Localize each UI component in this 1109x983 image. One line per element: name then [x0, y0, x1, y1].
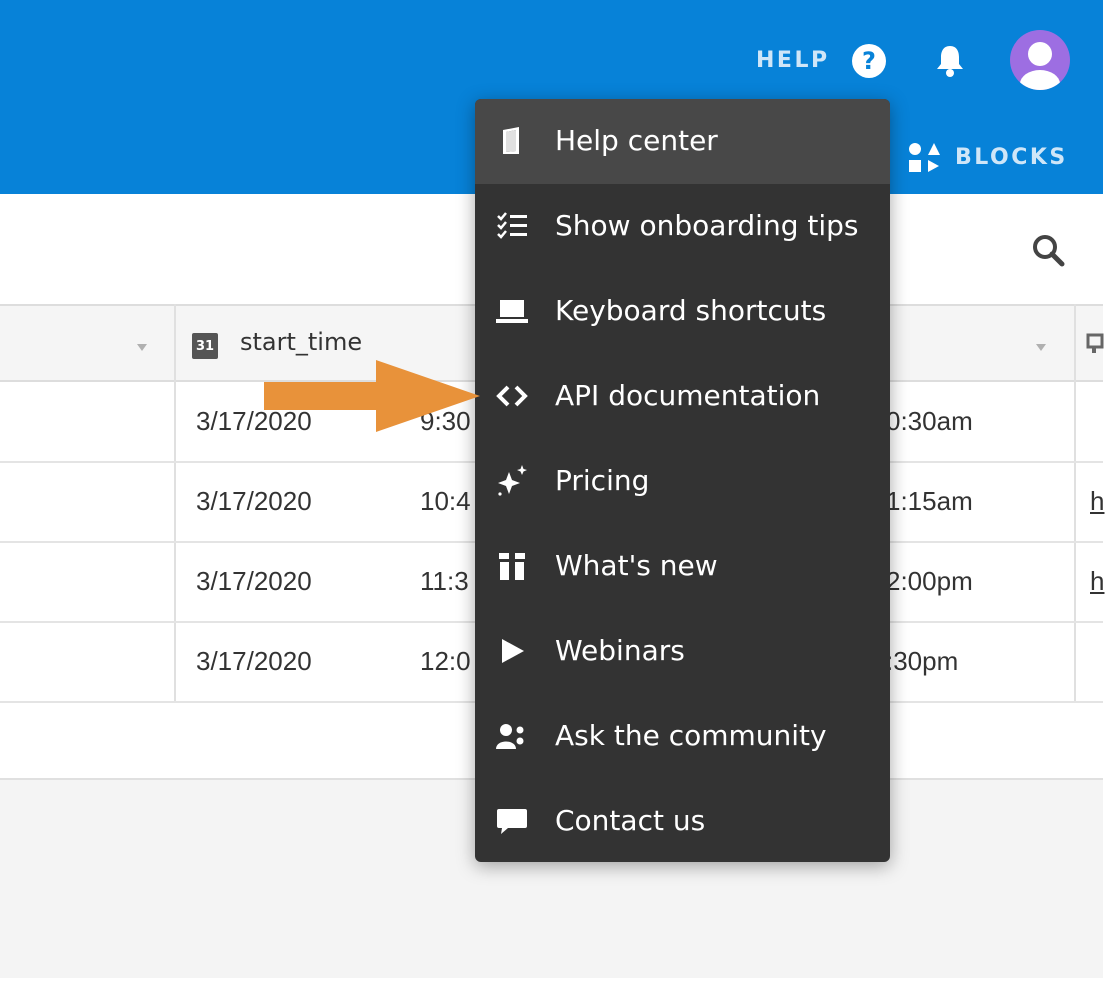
blocks-icon[interactable] — [906, 139, 944, 177]
help-button-label[interactable]: HELP — [756, 48, 830, 73]
cell-start-time[interactable]: 10:4 — [420, 486, 471, 517]
cell-date[interactable]: 3/17/2020 — [196, 486, 312, 517]
checklist-icon — [497, 212, 527, 239]
avatar[interactable] — [1010, 30, 1070, 90]
cell-link[interactable]: h — [1090, 566, 1104, 597]
book-icon — [503, 127, 519, 154]
help-menu: Help center Show onboarding tips Keyboar… — [475, 99, 890, 862]
chat-bubble-icon — [497, 809, 527, 834]
menu-item-ask-community[interactable]: Ask the community — [475, 694, 890, 779]
menu-item-onboarding-tips[interactable]: Show onboarding tips — [475, 184, 890, 269]
menu-item-keyboard-shortcuts[interactable]: Keyboard shortcuts — [475, 269, 890, 354]
cell-end-time[interactable]: 2:00pm — [886, 566, 973, 597]
cell-link[interactable]: h — [1090, 486, 1104, 517]
cell-date[interactable]: 3/17/2020 — [196, 646, 312, 677]
code-icon — [496, 385, 528, 407]
menu-item-label: Help center — [555, 124, 718, 157]
sparkle-icon — [498, 465, 527, 496]
search-icon[interactable] — [1030, 232, 1066, 268]
cell-end-time[interactable]: :30pm — [886, 646, 958, 677]
gift-icon — [499, 553, 525, 580]
menu-item-label: Contact us — [555, 804, 706, 837]
column-menu-caret-icon[interactable] — [137, 344, 147, 351]
cell-end-time[interactable]: 0:30am — [886, 406, 973, 437]
help-icon[interactable]: ? — [852, 44, 886, 78]
column-divider — [174, 304, 176, 702]
menu-item-pricing[interactable]: Pricing — [475, 439, 890, 524]
annotation-arrow-icon — [264, 360, 480, 432]
menu-item-label: Keyboard shortcuts — [555, 294, 827, 327]
play-icon — [502, 639, 524, 663]
field-type-icon — [1086, 333, 1104, 353]
menu-item-label: Ask the community — [555, 719, 827, 752]
menu-item-webinars[interactable]: Webinars — [475, 609, 890, 694]
cell-start-time[interactable]: 11:3 — [420, 566, 469, 597]
menu-item-label: Pricing — [555, 464, 650, 497]
menu-item-help-center[interactable]: Help center — [475, 99, 890, 184]
menu-item-label: Webinars — [555, 634, 685, 667]
menu-item-label: API documentation — [555, 379, 821, 412]
menu-item-label: What's new — [555, 549, 718, 582]
calendar-icon: 31 — [192, 333, 218, 359]
column-divider — [1074, 304, 1076, 702]
menu-item-api-documentation[interactable]: API documentation — [475, 354, 890, 439]
user-icon — [1020, 42, 1060, 90]
bell-icon[interactable] — [930, 40, 970, 80]
cell-date[interactable]: 3/17/2020 — [196, 566, 312, 597]
cell-start-time[interactable]: 12:0 — [420, 646, 471, 677]
menu-item-label: Show onboarding tips — [555, 209, 859, 242]
cell-end-time[interactable]: 1:15am — [886, 486, 973, 517]
column-menu-caret-icon[interactable] — [1036, 344, 1046, 351]
users-icon — [496, 724, 524, 749]
column-header-start-time[interactable]: start_time — [240, 328, 362, 356]
menu-item-whats-new[interactable]: What's new — [475, 524, 890, 609]
blocks-button-label[interactable]: BLOCKS — [955, 145, 1068, 170]
laptop-icon — [496, 300, 528, 323]
menu-item-contact-us[interactable]: Contact us — [475, 779, 890, 864]
